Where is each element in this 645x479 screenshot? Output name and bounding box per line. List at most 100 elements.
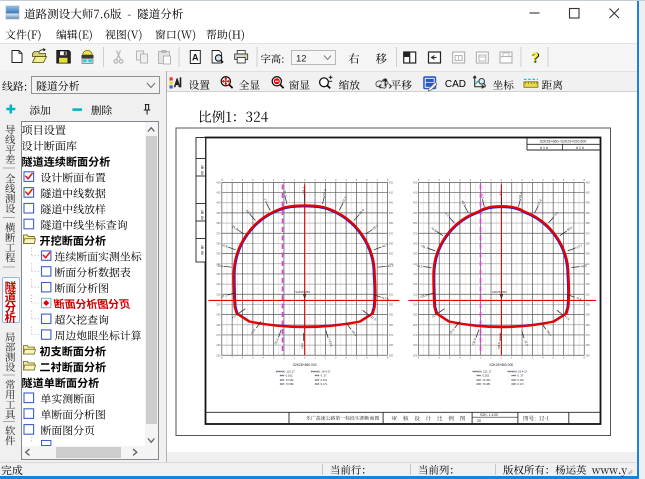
- svg-text:2: 2: [521, 355, 523, 359]
- svg-text:+28.8: +28.8: [497, 342, 501, 350]
- svg-text:6: 6: [563, 355, 565, 359]
- svg-text:320: 320: [413, 282, 418, 286]
- svg-text:S2K28+860.000: S2K28+860.000: [490, 363, 514, 367]
- svg-text:3: 3: [470, 178, 472, 182]
- svg-text:280: 280: [216, 323, 221, 327]
- svg-text:12: 12: [296, 54, 307, 65]
- svg-text:1: 1: [511, 178, 513, 182]
- svg-text:6: 6: [366, 355, 368, 359]
- svg-text:290: 290: [216, 313, 221, 317]
- svg-text:380: 380: [413, 221, 418, 225]
- svg-text:4B: 4B: [200, 165, 204, 170]
- svg-text:390: 390: [216, 211, 221, 215]
- svg-text:+27.5: +27.5: [369, 314, 378, 322]
- svg-text:5: 5: [356, 355, 358, 359]
- svg-text:320: 320: [216, 282, 221, 286]
- svg-text:410: 410: [216, 191, 221, 195]
- svg-text:2: 2: [283, 355, 285, 359]
- svg-text:6: 6: [242, 355, 244, 359]
- svg-text:7: 7: [573, 178, 575, 182]
- svg-text:###: 73.46c: ###: 73.46c: [476, 378, 491, 382]
- svg-text:4: 4: [345, 355, 347, 359]
- svg-text:# 1 #: # 1 #: [540, 146, 548, 150]
- svg-text:CAD: CAD: [445, 79, 466, 90]
- svg-text:7: 7: [376, 178, 378, 182]
- svg-text:5: 5: [449, 355, 451, 359]
- svg-text:380: 380: [585, 221, 590, 225]
- svg-text:+8.0: +8.0: [300, 343, 304, 349]
- svg-text:5: 5: [552, 355, 554, 359]
- svg-text:280: 280: [585, 323, 590, 327]
- svg-text:270: 270: [413, 333, 418, 337]
- svg-text:4: 4: [542, 178, 544, 182]
- svg-text:270: 270: [389, 333, 394, 337]
- svg-text:360: 360: [216, 241, 221, 245]
- svg-text:350: 350: [216, 252, 221, 256]
- svg-text:300: 300: [585, 302, 590, 306]
- svg-text:-11.5: -11.5: [430, 226, 438, 233]
- svg-text:260: 260: [216, 343, 221, 347]
- svg-text:380: 380: [389, 221, 394, 225]
- svg-text:+1.1: +1.1: [564, 314, 571, 321]
- svg-text:3: 3: [532, 178, 534, 182]
- svg-text:0: 0: [501, 178, 503, 182]
- svg-text:280: 280: [389, 323, 394, 327]
- svg-text:330: 330: [216, 272, 221, 276]
- svg-text:390: 390: [413, 211, 418, 215]
- svg-text:350: 350: [389, 252, 394, 256]
- svg-text:350: 350: [413, 252, 418, 256]
- svg-text:1: 1: [314, 355, 316, 359]
- svg-text:7: 7: [231, 355, 233, 359]
- svg-text:0: 0: [304, 178, 306, 182]
- svg-text:290: 290: [585, 313, 590, 317]
- svg-text:7: 7: [573, 355, 575, 359]
- svg-text:4: 4: [263, 355, 265, 359]
- svg-text:1: 1: [511, 355, 513, 359]
- svg-text:# 1 #: # 1 #: [576, 146, 584, 150]
- svg-text:6: 6: [438, 355, 440, 359]
- svg-text:###: 0.162: ###: 0.162: [476, 374, 489, 378]
- svg-text:7: 7: [428, 355, 430, 359]
- svg-text:+23.0: +23.0: [419, 293, 428, 299]
- svg-text:1: 1: [490, 178, 492, 182]
- svg-text:4: 4: [459, 178, 461, 182]
- svg-text:+12.5: +12.5: [386, 264, 394, 269]
- svg-text:+4.0: +4.0: [250, 328, 257, 335]
- svg-text:4: 4: [263, 178, 265, 182]
- svg-text:2: 2: [521, 178, 523, 182]
- svg-text:420: 420: [585, 180, 590, 184]
- svg-text:7: 7: [231, 178, 233, 182]
- svg-text:3: 3: [470, 355, 472, 359]
- svg-text:360: 360: [389, 241, 394, 245]
- svg-text:5: 5: [252, 355, 254, 359]
- svg-text:+27.8: +27.8: [327, 338, 333, 347]
- svg-text:280: 280: [413, 323, 418, 327]
- svg-text:-20.2: -20.2: [371, 224, 379, 231]
- svg-text:-42.3: -42.3: [244, 208, 252, 216]
- svg-text:4: 4: [542, 355, 544, 359]
- svg-text:###: 0. 37: ###: 0. 37: [315, 374, 327, 378]
- svg-text:370: 370: [389, 231, 394, 235]
- svg-text:+31.7: +31.7: [420, 244, 429, 250]
- svg-text:360: 360: [585, 241, 590, 245]
- svg-text:S2K28+860~S2K29+020.600: S2K28+860~S2K29+020.600: [540, 140, 587, 144]
- svg-text:320: 320: [585, 282, 590, 286]
- svg-text:0: 0: [501, 355, 503, 359]
- svg-text:6: 6: [242, 178, 244, 182]
- svg-text:8#: 8#: [200, 216, 204, 220]
- svg-text:+0.5: +0.5: [221, 243, 228, 249]
- svg-text:390: 390: [585, 211, 590, 215]
- svg-text:310: 310: [389, 292, 394, 296]
- svg-text:S2K28+860: S2K28+860: [295, 290, 310, 294]
- svg-text:###: 0.17c: ###: 0.17c: [315, 382, 328, 386]
- svg-text:380: 380: [216, 221, 221, 225]
- svg-text:6: 6: [563, 178, 565, 182]
- svg-text:7: 7: [428, 178, 430, 182]
- svg-text:4: 4: [459, 355, 461, 359]
- svg-text:S2K: 1:100: S2K: 1:100: [480, 413, 498, 417]
- svg-text:+4.2: +4.2: [416, 264, 423, 269]
- svg-text:3: 3: [335, 178, 337, 182]
- svg-text:400: 400: [389, 201, 394, 205]
- svg-text:420: 420: [389, 180, 394, 184]
- svg-text:2: 2: [480, 355, 482, 359]
